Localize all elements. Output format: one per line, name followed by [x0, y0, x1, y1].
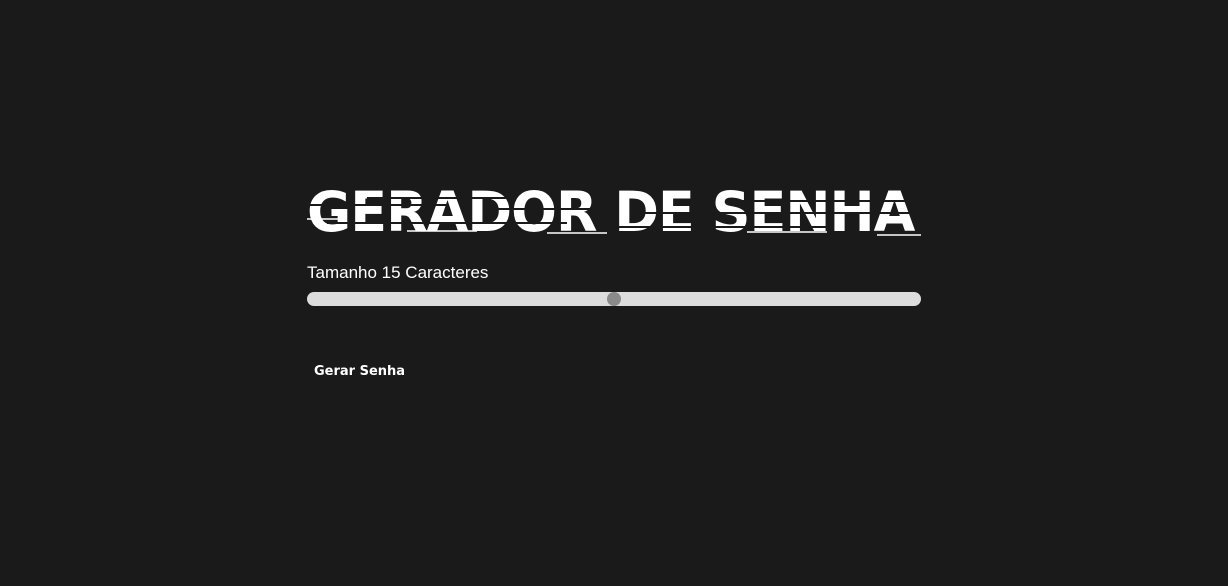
- page-title-text: GERADOR DE SENHA: [307, 180, 915, 244]
- password-generator: GERADOR DE SENHA Tamanho 15 Caracteres G…: [307, 183, 921, 384]
- page-title: GERADOR DE SENHA: [307, 183, 921, 243]
- length-label: Tamanho 15 Caracteres: [307, 263, 489, 282]
- length-slider[interactable]: [307, 292, 921, 306]
- generate-password-button[interactable]: Gerar Senha: [307, 360, 412, 384]
- slider-thumb[interactable]: [607, 292, 621, 306]
